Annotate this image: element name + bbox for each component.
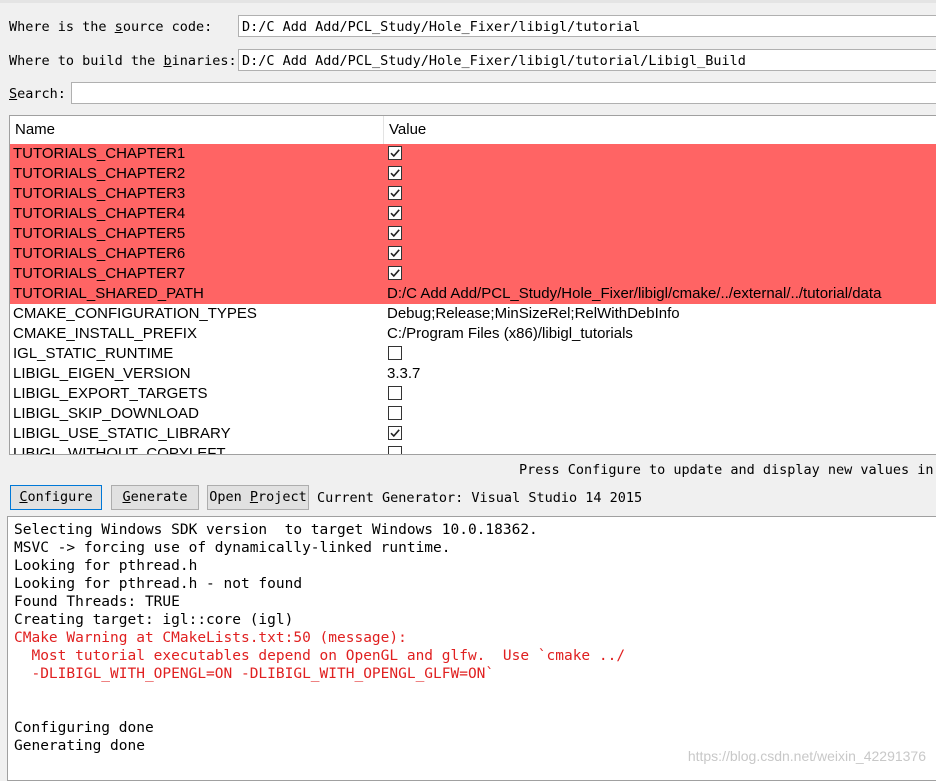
row-checkbox[interactable] [388, 346, 402, 360]
row-checkbox[interactable] [388, 266, 402, 280]
row-name: TUTORIALS_CHAPTER3 [13, 185, 186, 202]
configure-button[interactable]: Configure [10, 485, 102, 510]
table-row[interactable]: TUTORIALS_CHAPTER6 [10, 244, 936, 264]
build-path-input[interactable]: D:/C Add Add/PCL_Study/Hole_Fixer/libigl… [238, 49, 936, 71]
table-row[interactable]: TUTORIALS_CHAPTER2 [10, 164, 936, 184]
row-name: CMAKE_CONFIGURATION_TYPES [13, 305, 257, 322]
table-row[interactable]: TUTORIAL_SHARED_PATH D:/C Add Add/PCL_Stu… [10, 284, 936, 304]
search-label: Search: [9, 86, 66, 102]
log-line: Found Threads: TRUE [14, 594, 180, 610]
output-log[interactable]: Selecting Windows SDK version to target … [7, 516, 936, 781]
log-line: -DLIBIGL_WITH_OPENGL=ON -DLIBIGL_WITH_OP… [14, 666, 495, 682]
build-path-row: Where to build the binaries: D:/C Add Ad… [0, 49, 936, 75]
table-row[interactable]: LIBIGL_WITHOUT_COPYLEFT [10, 444, 936, 455]
watermark: https://blog.csdn.net/weixin_42291376 [687, 748, 926, 764]
current-generator: Current Generator: Visual Studio 14 2015 [317, 490, 643, 506]
column-header-name[interactable]: Name [15, 121, 55, 138]
table-row[interactable]: LIBIGL_SKIP_DOWNLOAD [10, 404, 936, 424]
log-line: Looking for pthread.h - not found [14, 576, 303, 592]
table-row[interactable]: TUTORIALS_CHAPTER4 [10, 204, 936, 224]
row-checkbox[interactable] [388, 206, 402, 220]
table-row[interactable]: CMAKE_INSTALL_PREFIX C:/Program Files (x8… [10, 324, 936, 344]
row-name: TUTORIALS_CHAPTER7 [13, 265, 186, 282]
row-checkbox[interactable] [388, 166, 402, 180]
row-name: LIBIGL_SKIP_DOWNLOAD [13, 405, 199, 422]
log-line: Looking for pthread.h [14, 558, 198, 574]
table-row[interactable]: CMAKE_CONFIGURATION_TYPES Debug;Release;M… [10, 304, 936, 324]
open-project-button[interactable]: Open Project [207, 485, 309, 510]
row-checkbox[interactable] [388, 426, 402, 440]
row-checkbox[interactable] [388, 146, 402, 160]
row-name: TUTORIALS_CHAPTER2 [13, 165, 186, 182]
row-name: TUTORIALS_CHAPTER1 [13, 145, 186, 162]
row-value[interactable]: C:/Program Files (x86)/libigl_tutorials [387, 325, 633, 342]
generate-button[interactable]: Generate [111, 485, 199, 510]
table-row[interactable]: TUTORIALS_CHAPTER7 [10, 264, 936, 284]
row-checkbox[interactable] [388, 226, 402, 240]
check-icon [390, 429, 400, 438]
log-line: Generating done [14, 738, 145, 754]
check-icon [390, 189, 400, 198]
row-value[interactable]: Debug;Release;MinSizeRel;RelWithDebInfo [387, 305, 680, 322]
row-checkbox[interactable] [388, 246, 402, 260]
check-icon [390, 209, 400, 218]
table-row[interactable]: LIBIGL_EIGEN_VERSION 3.3.7 [10, 364, 936, 384]
table-row[interactable]: LIBIGL_USE_STATIC_LIBRARY [10, 424, 936, 444]
check-icon [390, 249, 400, 258]
table-row[interactable]: TUTORIALS_CHAPTER1 [10, 144, 936, 164]
row-checkbox[interactable] [388, 446, 402, 454]
row-name: TUTORIALS_CHAPTER4 [13, 205, 186, 222]
check-icon [390, 229, 400, 238]
column-separator[interactable] [383, 116, 384, 144]
check-icon [390, 169, 400, 178]
table-row[interactable]: LIBIGL_EXPORT_TARGETS [10, 384, 936, 404]
log-line: Configuring done [14, 720, 154, 736]
table-row[interactable]: TUTORIALS_CHAPTER3 [10, 184, 936, 204]
row-name: CMAKE_INSTALL_PREFIX [13, 325, 197, 342]
table-row[interactable]: IGL_STATIC_RUNTIME [10, 344, 936, 364]
check-icon [390, 149, 400, 158]
row-name: TUTORIALS_CHAPTER5 [13, 225, 186, 242]
cache-table: Name Value TUTORIALS_CHAPTER1 TUTORIALS_C… [9, 115, 936, 455]
log-line: CMake Warning at CMakeLists.txt:50 (mess… [14, 630, 407, 646]
check-icon [390, 269, 400, 278]
configure-hint: Press Configure to update and display ne… [519, 462, 934, 478]
row-name: TUTORIAL_SHARED_PATH [13, 285, 204, 302]
source-label: Where is the source code: [9, 19, 213, 35]
log-line: Creating target: igl::core (igl) [14, 612, 294, 628]
row-checkbox[interactable] [388, 186, 402, 200]
search-input[interactable] [71, 82, 936, 104]
row-checkbox[interactable] [388, 386, 402, 400]
row-value[interactable]: D:/C Add Add/PCL_Study/Hole_Fixer/libigl… [387, 285, 881, 302]
table-header: Name Value [10, 116, 936, 145]
row-name: TUTORIALS_CHAPTER6 [13, 245, 186, 262]
window-top-edge [0, 0, 936, 3]
table-row[interactable]: TUTORIALS_CHAPTER5 [10, 224, 936, 244]
column-header-value[interactable]: Value [389, 121, 426, 138]
log-line: Most tutorial executables depend on Open… [14, 648, 626, 664]
row-name: LIBIGL_WITHOUT_COPYLEFT [13, 445, 226, 455]
log-line: Selecting Windows SDK version to target … [14, 522, 538, 538]
row-value[interactable]: 3.3.7 [387, 365, 420, 382]
build-label: Where to build the binaries: [9, 53, 237, 69]
row-name: LIBIGL_USE_STATIC_LIBRARY [13, 425, 231, 442]
row-name: LIBIGL_EXPORT_TARGETS [13, 385, 208, 402]
log-line: MSVC -> forcing use of dynamically-linke… [14, 540, 451, 556]
search-row: Search: [0, 82, 936, 108]
source-path-input[interactable]: D:/C Add Add/PCL_Study/Hole_Fixer/libigl… [238, 15, 936, 37]
source-path-row: Where is the source code: D:/C Add Add/P… [0, 15, 936, 41]
row-checkbox[interactable] [388, 406, 402, 420]
row-name: LIBIGL_EIGEN_VERSION [13, 365, 191, 382]
table-rows: TUTORIALS_CHAPTER1 TUTORIALS_CHAPTER2 TUTO… [10, 144, 936, 455]
row-name: IGL_STATIC_RUNTIME [13, 345, 174, 362]
